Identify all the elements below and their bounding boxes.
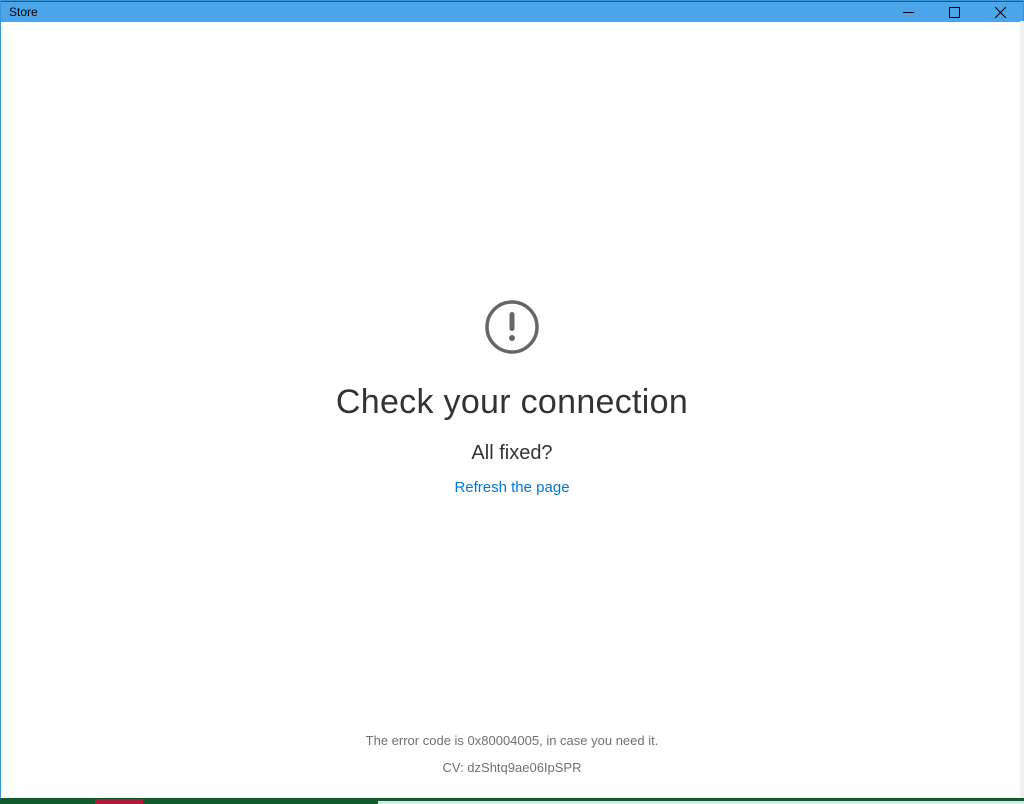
maximize-button[interactable]	[931, 2, 977, 22]
close-button[interactable]	[977, 2, 1023, 22]
app-window: Store	[0, 0, 1024, 804]
content-area: Check your connection All fixed? Refresh…	[1, 22, 1023, 803]
refresh-link[interactable]: Refresh the page	[454, 479, 569, 496]
error-footer: The error code is 0x80004005, in case yo…	[1, 733, 1023, 775]
error-heading: Check your connection	[336, 383, 688, 422]
taskbar-red-segment	[95, 799, 143, 804]
close-icon	[995, 7, 1006, 18]
maximize-icon	[949, 7, 960, 18]
right-edge-sliver	[1020, 21, 1024, 798]
minimize-icon	[903, 7, 914, 18]
window-controls	[885, 2, 1023, 22]
titlebar[interactable]: Store	[1, 1, 1023, 22]
error-subheading: All fixed?	[471, 442, 552, 465]
cv-code-text: CV: dzShtq9ae06IpSPR	[1, 760, 1023, 775]
error-code-text: The error code is 0x80004005, in case yo…	[1, 733, 1023, 748]
minimize-button[interactable]	[885, 2, 931, 22]
window-title: Store	[9, 5, 38, 19]
alert-icon	[484, 299, 540, 355]
error-message-block: Check your connection All fixed? Refresh…	[336, 299, 688, 496]
